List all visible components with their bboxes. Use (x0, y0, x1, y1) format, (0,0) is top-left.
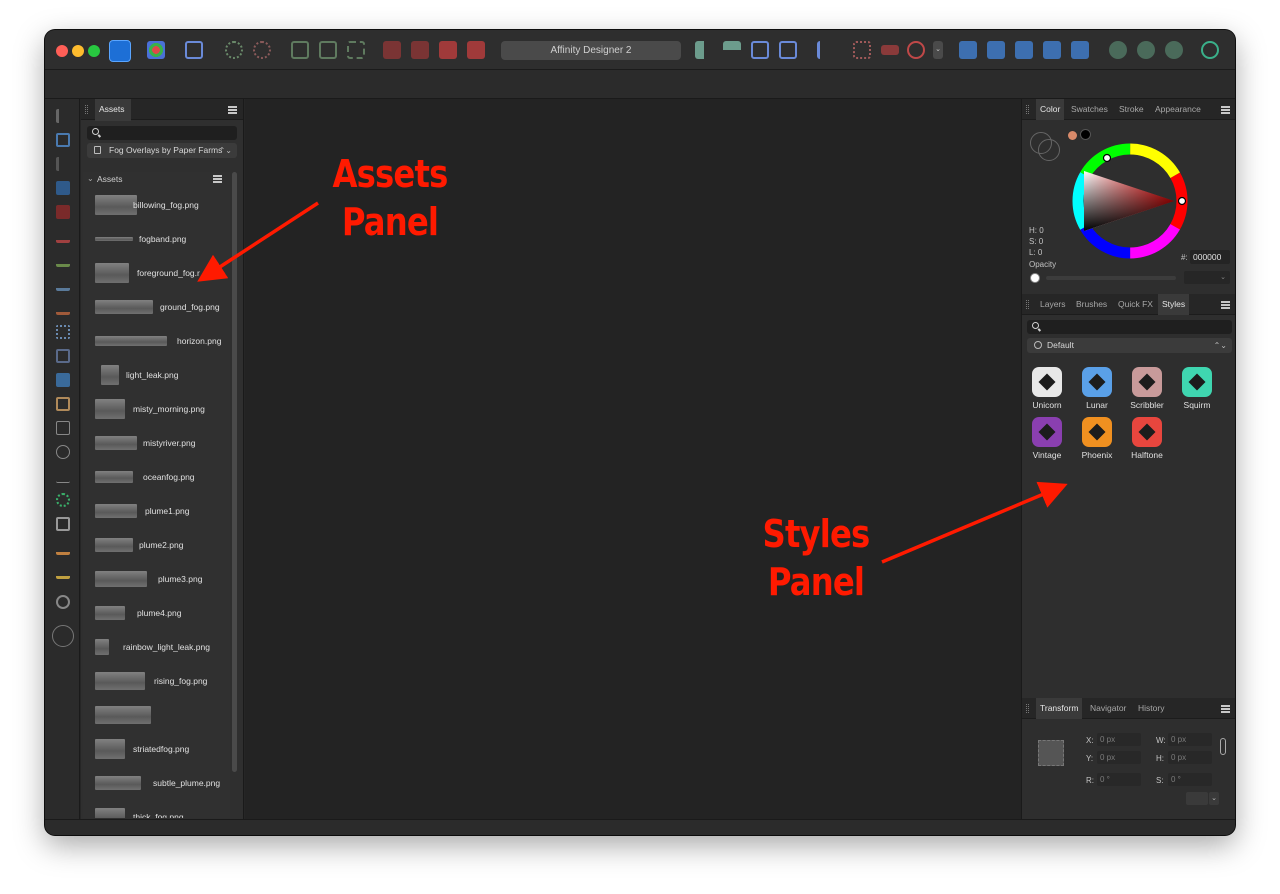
styles-arrow (881, 481, 1068, 564)
annotation-arrows (197, 201, 1068, 564)
assets-arrow (197, 201, 319, 282)
